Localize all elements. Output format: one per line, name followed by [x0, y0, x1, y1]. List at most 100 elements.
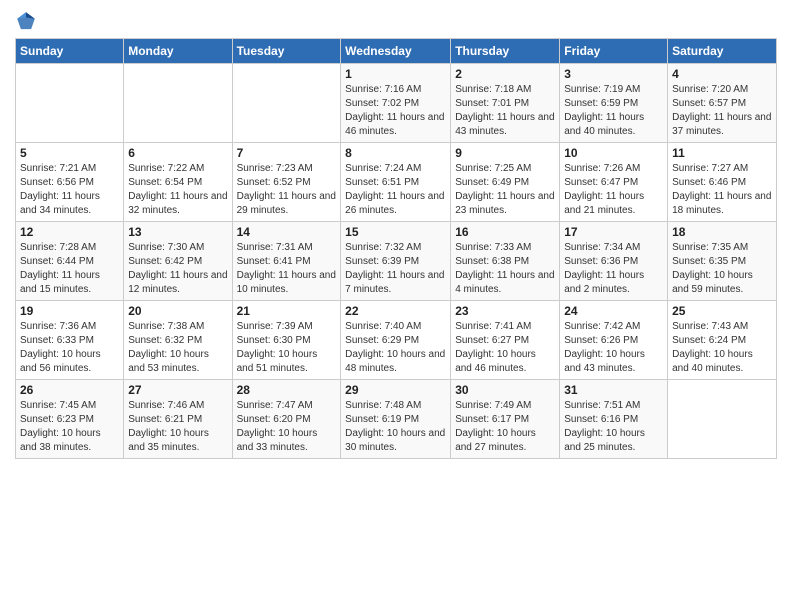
- day-info: Sunrise: 7:34 AM Sunset: 6:36 PM Dayligh…: [564, 241, 663, 297]
- calendar-cell: 30 Sunrise: 7:49 AM Sunset: 6:17 PM Dayli…: [451, 380, 560, 459]
- calendar-cell: 8Sunrise: 7:24 AM Sunset: 6:51 PM Daylig…: [341, 143, 451, 222]
- calendar-cell: 10 Sunrise: 7:26 AM Sunset: 6:47 PM Dayli…: [560, 143, 668, 222]
- day-info: Sunrise: 7:41 AM Sunset: 6:27 PM Dayligh…: [455, 320, 555, 376]
- day-number: 12: [20, 225, 119, 239]
- day-info: Sunrise: 7:16 AM Sunset: 7:02 PM Dayligh…: [345, 83, 446, 139]
- day-info: Sunrise: 7:32 AM Sunset: 6:39 PM Dayligh…: [345, 241, 446, 297]
- calendar-cell: 21 Sunrise: 7:39 AM Sunset: 6:30 PM Dayli…: [232, 301, 341, 380]
- day-info: Sunrise: 7:30 AM Sunset: 6:42 PM Dayligh…: [128, 241, 227, 297]
- day-number: 5: [20, 146, 119, 160]
- weekday-header-friday: Friday: [560, 39, 668, 64]
- day-number: 11: [672, 146, 772, 160]
- day-number: 6: [128, 146, 227, 160]
- calendar-cell: 31 Sunrise: 7:51 AM Sunset: 6:16 PM Dayli…: [560, 380, 668, 459]
- day-info: Sunrise: 7:49 AM Sunset: 6:17 PM Dayligh…: [455, 399, 555, 455]
- page-header: [15, 10, 777, 32]
- day-number: 1: [345, 67, 446, 81]
- day-number: 28: [237, 383, 337, 397]
- weekday-header-saturday: Saturday: [668, 39, 777, 64]
- day-number: 16: [455, 225, 555, 239]
- day-info: Sunrise: 7:26 AM Sunset: 6:47 PM Dayligh…: [564, 162, 663, 218]
- day-number: 19: [20, 304, 119, 318]
- logo-icon: [15, 10, 37, 32]
- calendar-cell: 19 Sunrise: 7:36 AM Sunset: 6:33 PM Dayli…: [16, 301, 124, 380]
- calendar-cell: 16 Sunrise: 7:33 AM Sunset: 6:38 PM Dayli…: [451, 222, 560, 301]
- calendar-cell: 2 Sunrise: 7:18 AM Sunset: 7:01 PM Daylig…: [451, 64, 560, 143]
- calendar-cell: 20Sunrise: 7:38 AM Sunset: 6:32 PM Dayli…: [124, 301, 232, 380]
- day-number: 2: [455, 67, 555, 81]
- calendar-cell: 15Sunrise: 7:32 AM Sunset: 6:39 PM Dayli…: [341, 222, 451, 301]
- day-info: Sunrise: 7:47 AM Sunset: 6:20 PM Dayligh…: [237, 399, 337, 455]
- calendar-cell: 22Sunrise: 7:40 AM Sunset: 6:29 PM Dayli…: [341, 301, 451, 380]
- weekday-header-thursday: Thursday: [451, 39, 560, 64]
- day-info: Sunrise: 7:19 AM Sunset: 6:59 PM Dayligh…: [564, 83, 663, 139]
- calendar-cell: 17 Sunrise: 7:34 AM Sunset: 6:36 PM Dayli…: [560, 222, 668, 301]
- day-number: 31: [564, 383, 663, 397]
- day-number: 18: [672, 225, 772, 239]
- day-info: Sunrise: 7:20 AM Sunset: 6:57 PM Dayligh…: [672, 83, 772, 139]
- day-info: Sunrise: 7:31 AM Sunset: 6:41 PM Dayligh…: [237, 241, 337, 297]
- calendar-cell: 14Sunrise: 7:31 AM Sunset: 6:41 PM Dayli…: [232, 222, 341, 301]
- calendar-cell: [16, 64, 124, 143]
- calendar-cell: 5 Sunrise: 7:21 AM Sunset: 6:56 PM Daylig…: [16, 143, 124, 222]
- weekday-header-tuesday: Tuesday: [232, 39, 341, 64]
- calendar-cell: 9Sunrise: 7:25 AM Sunset: 6:49 PM Daylig…: [451, 143, 560, 222]
- day-info: Sunrise: 7:27 AM Sunset: 6:46 PM Dayligh…: [672, 162, 772, 218]
- calendar-cell: 12 Sunrise: 7:28 AM Sunset: 6:44 PM Dayli…: [16, 222, 124, 301]
- day-info: Sunrise: 7:22 AM Sunset: 6:54 PM Dayligh…: [128, 162, 227, 218]
- calendar-week-row: 26 Sunrise: 7:45 AM Sunset: 6:23 PM Dayli…: [16, 380, 777, 459]
- day-number: 17: [564, 225, 663, 239]
- day-number: 7: [237, 146, 337, 160]
- day-number: 29: [345, 383, 446, 397]
- calendar-cell: 23 Sunrise: 7:41 AM Sunset: 6:27 PM Dayli…: [451, 301, 560, 380]
- calendar-cell: 13 Sunrise: 7:30 AM Sunset: 6:42 PM Dayli…: [124, 222, 232, 301]
- calendar-cell: [124, 64, 232, 143]
- day-number: 23: [455, 304, 555, 318]
- day-info: Sunrise: 7:23 AM Sunset: 6:52 PM Dayligh…: [237, 162, 337, 218]
- day-info: Sunrise: 7:39 AM Sunset: 6:30 PM Dayligh…: [237, 320, 337, 376]
- weekday-header-sunday: Sunday: [16, 39, 124, 64]
- calendar-week-row: 12 Sunrise: 7:28 AM Sunset: 6:44 PM Dayli…: [16, 222, 777, 301]
- day-info: Sunrise: 7:42 AM Sunset: 6:26 PM Dayligh…: [564, 320, 663, 376]
- calendar-table: SundayMondayTuesdayWednesdayThursdayFrid…: [15, 38, 777, 459]
- day-number: 24: [564, 304, 663, 318]
- calendar-cell: 7 Sunrise: 7:23 AM Sunset: 6:52 PM Daylig…: [232, 143, 341, 222]
- calendar-week-row: 1 Sunrise: 7:16 AM Sunset: 7:02 PM Daylig…: [16, 64, 777, 143]
- day-info: Sunrise: 7:35 AM Sunset: 6:35 PM Dayligh…: [672, 241, 772, 297]
- calendar-cell: 29 Sunrise: 7:48 AM Sunset: 6:19 PM Dayli…: [341, 380, 451, 459]
- day-info: Sunrise: 7:40 AM Sunset: 6:29 PM Dayligh…: [345, 320, 446, 376]
- calendar-cell: 28 Sunrise: 7:47 AM Sunset: 6:20 PM Dayli…: [232, 380, 341, 459]
- day-number: 13: [128, 225, 227, 239]
- day-number: 10: [564, 146, 663, 160]
- weekday-header-monday: Monday: [124, 39, 232, 64]
- day-info: Sunrise: 7:38 AM Sunset: 6:32 PM Dayligh…: [128, 320, 227, 376]
- day-info: Sunrise: 7:51 AM Sunset: 6:16 PM Dayligh…: [564, 399, 663, 455]
- calendar-cell: 25Sunrise: 7:43 AM Sunset: 6:24 PM Dayli…: [668, 301, 777, 380]
- logo: [15, 10, 41, 32]
- day-number: 4: [672, 67, 772, 81]
- day-number: 26: [20, 383, 119, 397]
- calendar-cell: 11 Sunrise: 7:27 AM Sunset: 6:46 PM Dayli…: [668, 143, 777, 222]
- calendar-cell: 6 Sunrise: 7:22 AM Sunset: 6:54 PM Daylig…: [124, 143, 232, 222]
- calendar-cell: 1 Sunrise: 7:16 AM Sunset: 7:02 PM Daylig…: [341, 64, 451, 143]
- day-info: Sunrise: 7:33 AM Sunset: 6:38 PM Dayligh…: [455, 241, 555, 297]
- day-info: Sunrise: 7:36 AM Sunset: 6:33 PM Dayligh…: [20, 320, 119, 376]
- day-number: 21: [237, 304, 337, 318]
- day-number: 27: [128, 383, 227, 397]
- calendar-week-row: 5 Sunrise: 7:21 AM Sunset: 6:56 PM Daylig…: [16, 143, 777, 222]
- weekday-header-wednesday: Wednesday: [341, 39, 451, 64]
- day-info: Sunrise: 7:28 AM Sunset: 6:44 PM Dayligh…: [20, 241, 119, 297]
- calendar-cell: 4 Sunrise: 7:20 AM Sunset: 6:57 PM Daylig…: [668, 64, 777, 143]
- day-info: Sunrise: 7:21 AM Sunset: 6:56 PM Dayligh…: [20, 162, 119, 218]
- day-info: Sunrise: 7:45 AM Sunset: 6:23 PM Dayligh…: [20, 399, 119, 455]
- calendar-cell: 24 Sunrise: 7:42 AM Sunset: 6:26 PM Dayli…: [560, 301, 668, 380]
- day-info: Sunrise: 7:48 AM Sunset: 6:19 PM Dayligh…: [345, 399, 446, 455]
- day-number: 3: [564, 67, 663, 81]
- calendar-cell: 18 Sunrise: 7:35 AM Sunset: 6:35 PM Dayli…: [668, 222, 777, 301]
- day-number: 8: [345, 146, 446, 160]
- weekday-header-row: SundayMondayTuesdayWednesdayThursdayFrid…: [16, 39, 777, 64]
- calendar-cell: 3 Sunrise: 7:19 AM Sunset: 6:59 PM Daylig…: [560, 64, 668, 143]
- day-number: 30: [455, 383, 555, 397]
- day-info: Sunrise: 7:43 AM Sunset: 6:24 PM Dayligh…: [672, 320, 772, 376]
- day-info: Sunrise: 7:18 AM Sunset: 7:01 PM Dayligh…: [455, 83, 555, 139]
